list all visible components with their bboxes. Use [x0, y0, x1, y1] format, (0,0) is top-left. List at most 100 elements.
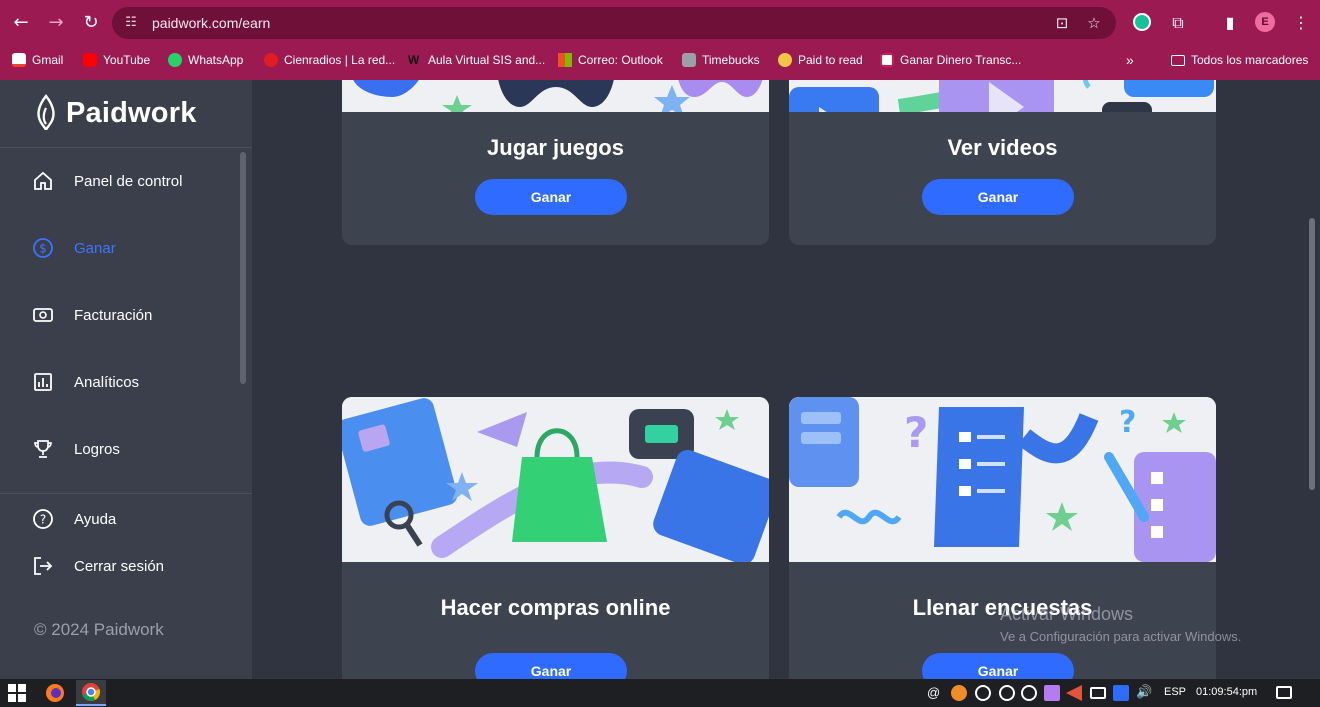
reload-icon[interactable]: ↻ [80, 12, 102, 34]
home-icon [34, 171, 52, 190]
svg-text:$: $ [39, 242, 47, 256]
sidebar-item-cerrar-sesion[interactable]: Cerrar sesión [32, 553, 164, 579]
ganar-button[interactable]: Ganar [475, 653, 627, 679]
chrome-taskbar-button[interactable] [76, 680, 106, 706]
sidebar-scrollbar[interactable] [240, 152, 246, 384]
bookmark-aula-virtual[interactable]: W Aula Virtual SIS and... [408, 51, 545, 69]
watermark-subtitle: Ve a Configuración para activar Windows. [1000, 629, 1242, 644]
brand-name: Paidwork [66, 96, 197, 129]
tray-sync-icon[interactable] [999, 685, 1015, 701]
address-bar[interactable]: ☷ paidwork.com/earn ⊡ ☆ [112, 7, 1116, 39]
address-url[interactable]: paidwork.com/earn [152, 7, 270, 39]
whatsapp-icon [168, 53, 182, 67]
logout-icon [34, 557, 53, 575]
gamepads-illustration [342, 80, 769, 121]
survey-illustration: ? ? [789, 397, 1216, 562]
menu-kebab-icon[interactable]: ⋮ [1290, 12, 1312, 34]
bookmark-label: WhatsApp [188, 53, 244, 67]
sidebar-item-label: Ayuda [74, 510, 117, 528]
notifications-icon[interactable] [1276, 686, 1292, 699]
back-icon[interactable]: ← [10, 12, 32, 34]
bookmark-label: Gmail [32, 53, 64, 67]
extensions-icon[interactable]: ⧉ [1167, 12, 1189, 34]
tray-app-icon[interactable]: @ [927, 685, 943, 701]
svg-text:?: ? [1119, 405, 1136, 440]
sidebar-item-facturacion[interactable]: Facturación [32, 302, 152, 328]
site-info-icon[interactable]: ☷ [122, 14, 140, 32]
ganar-button[interactable]: Ganar [922, 653, 1074, 679]
volume-icon[interactable]: 🔊 [1136, 685, 1152, 701]
ganar-button[interactable]: Ganar [922, 179, 1074, 215]
bookmark-outlook[interactable]: Correo: Outlook [558, 51, 663, 69]
grammarly-extension-icon[interactable] [1133, 13, 1151, 31]
bookmark-gmail[interactable]: Gmail [12, 51, 63, 69]
earn-card: Ver videos Ganar [789, 80, 1216, 245]
bookmark-label: YouTube [103, 53, 151, 67]
card-title: Ver videos [947, 135, 1058, 160]
network-icon[interactable] [1090, 687, 1106, 699]
folder-icon [1171, 54, 1185, 66]
chrome-icon [82, 683, 100, 701]
sidebar-item-label: Logros [74, 440, 120, 458]
trophy-icon [34, 440, 52, 458]
sidebar-divider [0, 493, 252, 494]
sidebar: Paidwork Panel de control $ Ganar Factur… [0, 80, 252, 679]
outlook-icon [558, 53, 572, 67]
video-player-illustration [789, 80, 1216, 167]
all-bookmarks-label: Todos los marcadores [1191, 53, 1309, 67]
bookmark-youtube[interactable]: YouTube [83, 51, 150, 69]
bookmark-paid-to-read[interactable]: Paid to read [778, 51, 863, 69]
bookmark-star-icon[interactable]: ☆ [1084, 13, 1104, 33]
tray-megaphone-icon[interactable] [1066, 685, 1082, 701]
bookmarks-overflow-icon[interactable]: » [1126, 51, 1134, 69]
bookmark-cienradios[interactable]: Cienradios | La red... [264, 51, 395, 69]
browser-toolbar: ← → ↻ ☷ paidwork.com/earn ⊡ ☆ ⧉ ▮ E ⋮ [0, 0, 1320, 44]
sidebar-item-label: Cerrar sesión [74, 557, 165, 575]
sidebar-divider [0, 147, 252, 148]
main-scrollbar[interactable] [1309, 218, 1315, 490]
all-bookmarks-button[interactable]: Todos los marcadores [1171, 51, 1308, 69]
windows-activation-watermark: Activar Windows Ve a Configuración para … [1000, 604, 1241, 644]
firefox-icon[interactable] [44, 682, 66, 704]
sidebar-item-analiticos[interactable]: Analíticos [32, 369, 139, 395]
tray-opera-icon[interactable] [1021, 685, 1037, 701]
side-panel-icon[interactable]: ▮ [1219, 12, 1241, 34]
bookmark-timebucks[interactable]: Timebucks [682, 51, 760, 69]
bookmarks-bar: Gmail YouTube WhatsApp Cienradios | La r… [0, 46, 1320, 74]
bookmark-label: Paid to read [798, 53, 863, 67]
gmail-icon [12, 53, 26, 67]
card-title: Hacer compras online [440, 595, 671, 620]
install-app-icon[interactable]: ⊡ [1052, 13, 1072, 33]
cash-icon [33, 308, 53, 322]
sidebar-item-label: Ganar [74, 239, 116, 257]
tray-feather-icon[interactable] [1044, 685, 1060, 701]
paid-to-read-icon [778, 53, 792, 67]
sidebar-item-panel-de-control[interactable]: Panel de control [32, 168, 182, 194]
clock[interactable]: 01:09:54:pm [1196, 686, 1257, 698]
sidebar-item-ganar[interactable]: $ Ganar [32, 235, 116, 261]
bookmark-ganar-dinero[interactable]: Ganar Dinero Transc... [880, 51, 1021, 69]
aula-virtual-icon: W [408, 53, 420, 67]
bookmark-label: Correo: Outlook [578, 53, 663, 67]
bookmark-label: Timebucks [702, 53, 760, 67]
sidebar-item-logros[interactable]: Logros [32, 436, 120, 462]
tray-orange-icon[interactable] [951, 685, 967, 701]
tray-app-blue-icon[interactable] [1113, 685, 1129, 701]
tray-chrome-icon[interactable] [975, 685, 991, 701]
ganar-dinero-icon [880, 53, 894, 67]
copyright: © 2024 Paidwork [34, 620, 164, 639]
earn-card: Jugar juegos Ganar [342, 80, 769, 245]
bookmark-whatsapp[interactable]: WhatsApp [168, 51, 243, 69]
language-indicator[interactable]: ESP [1164, 686, 1186, 698]
sidebar-item-label: Analíticos [74, 373, 140, 391]
paidwork-logo-icon [37, 94, 55, 131]
earn-card: Hacer compras online Ganar [342, 397, 769, 679]
card-title: Jugar juegos [487, 135, 624, 160]
forward-icon[interactable]: → [45, 12, 67, 34]
timebucks-icon [682, 53, 696, 67]
brand-logo[interactable]: Paidwork [34, 94, 197, 132]
ganar-button[interactable]: Ganar [475, 179, 627, 215]
profile-avatar[interactable]: E [1255, 12, 1275, 32]
windows-start-icon[interactable] [8, 684, 26, 702]
sidebar-item-ayuda[interactable]: ? Ayuda [32, 506, 116, 532]
